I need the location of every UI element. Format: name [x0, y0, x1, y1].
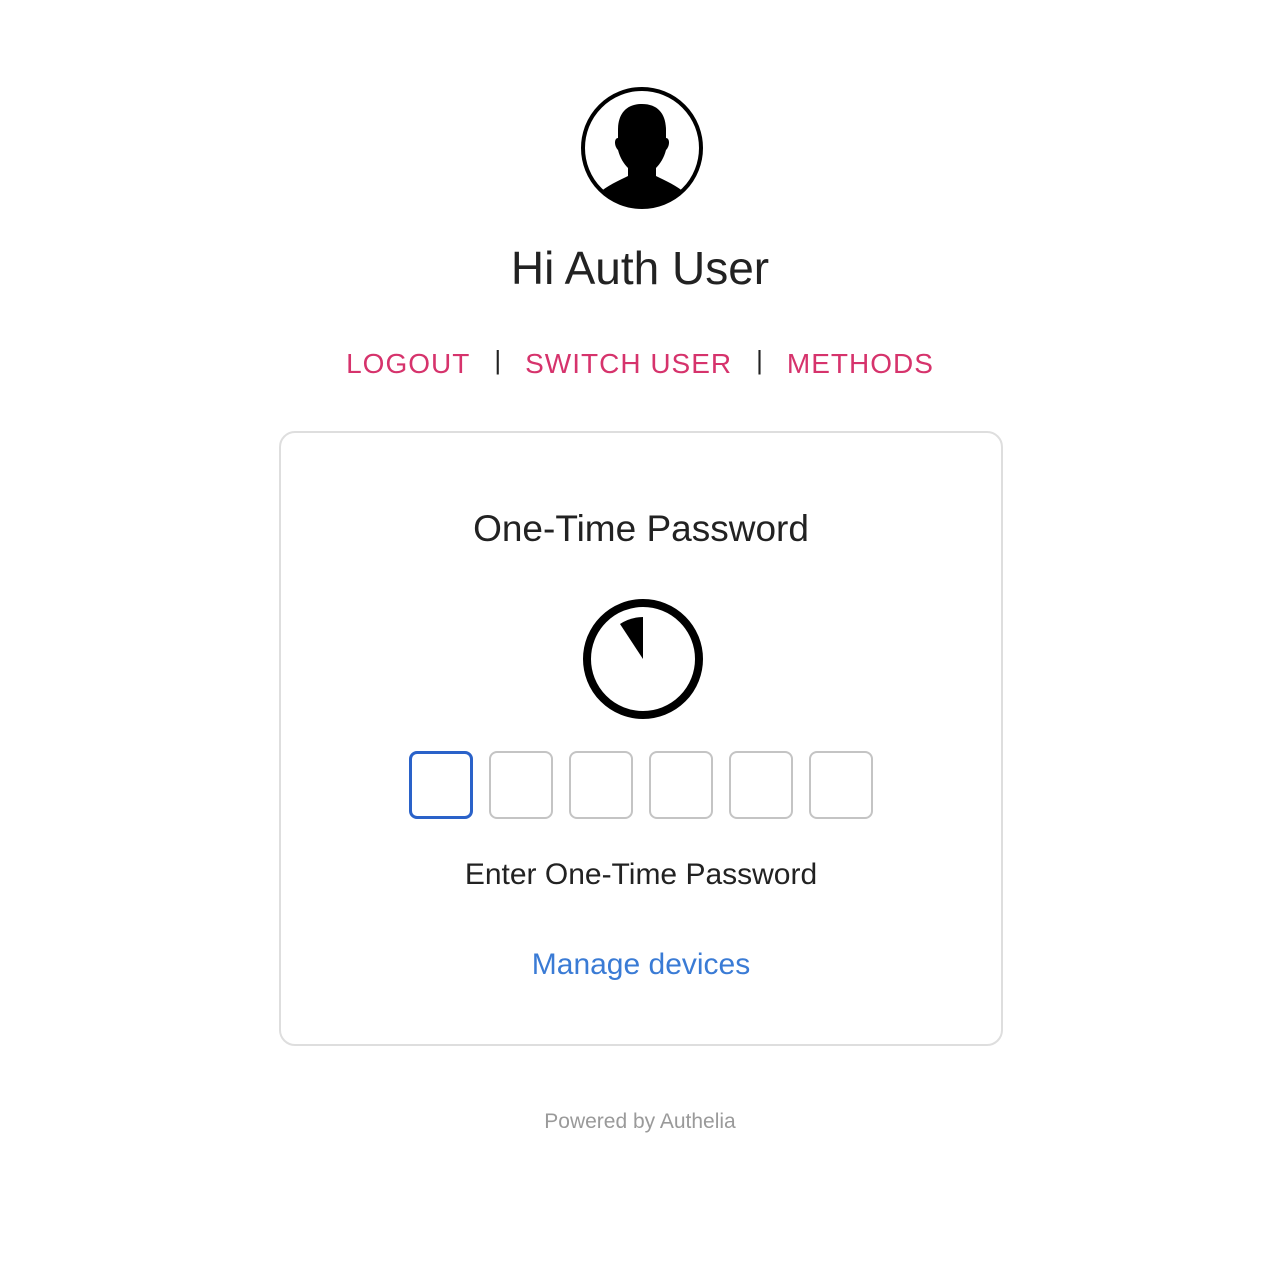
card-title: One-Time Password	[473, 508, 809, 549]
logout-link[interactable]: LOGOUT	[342, 344, 474, 384]
methods-link[interactable]: METHODS	[783, 344, 938, 384]
powered-by-footer: Powered by Authelia	[544, 1110, 736, 1133]
otp-digit-input-5[interactable]	[729, 751, 793, 819]
otp-digit-input-2[interactable]	[489, 751, 553, 819]
otp-digit-input-6[interactable]	[809, 751, 873, 819]
otp-input-group	[281, 751, 1001, 819]
otp-digit-input-1[interactable]	[409, 751, 473, 819]
otp-instruction: Enter One-Time Password	[464, 858, 818, 891]
nav-separator: |	[494, 345, 502, 375]
otp-card: One-Time Password Enter One-Time Passwor…	[279, 431, 1003, 1046]
user-silhouette-icon	[581, 87, 703, 209]
switch-user-link[interactable]: SWITCH USER	[521, 344, 736, 384]
nav-separator: |	[756, 345, 763, 375]
countdown-timer-icon	[583, 599, 703, 719]
manage-devices-link[interactable]: Manage devices	[281, 945, 1001, 985]
otp-digit-input-3[interactable]	[569, 751, 633, 819]
greeting-title: Hi Auth User	[510, 242, 770, 294]
user-nav: LOGOUT | SWITCH USER | METHODS	[0, 344, 1280, 384]
page: Hi Auth User LOGOUT | SWITCH USER | METH…	[0, 0, 1280, 1274]
otp-digit-input-4[interactable]	[649, 751, 713, 819]
